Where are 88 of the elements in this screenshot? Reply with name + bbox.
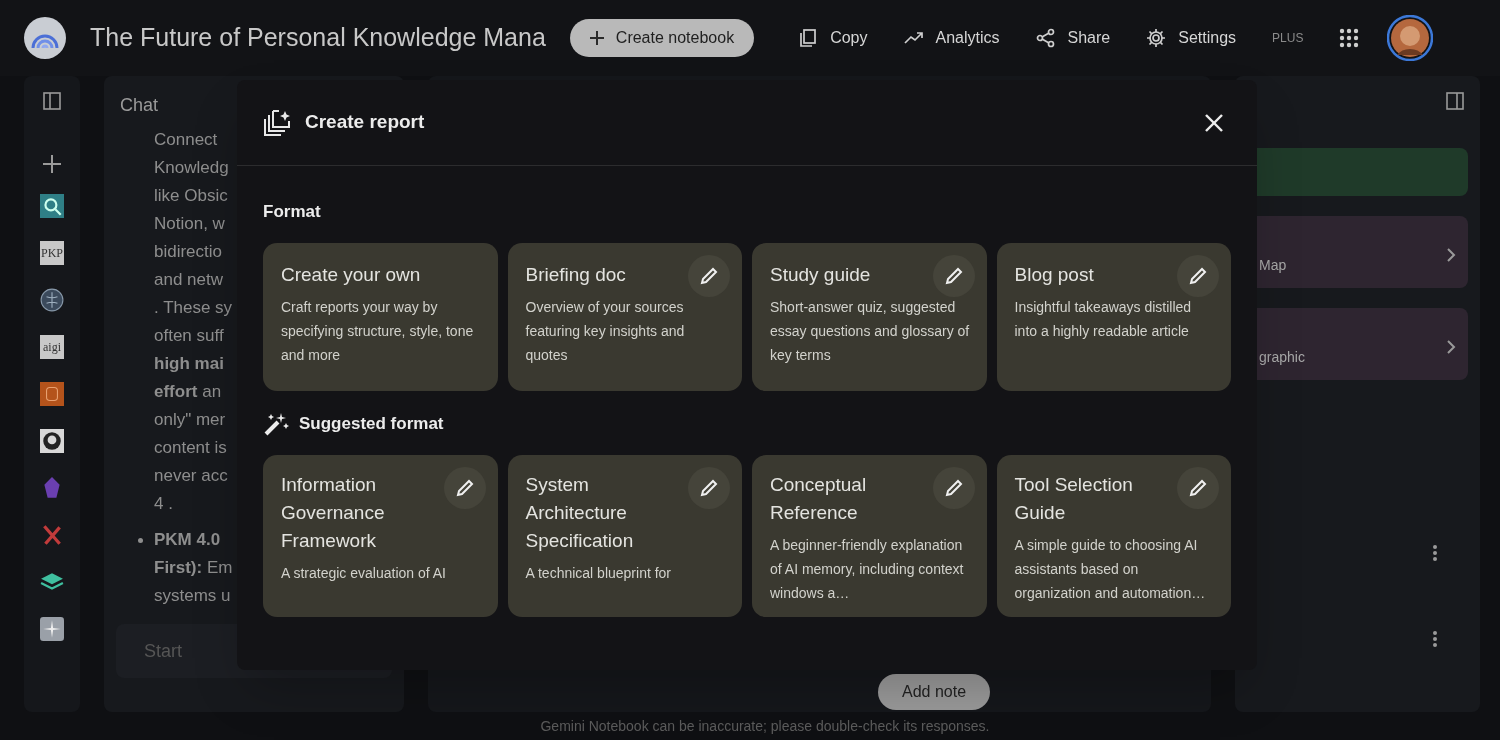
- panel-title: Chat: [119, 94, 160, 117]
- more-icon[interactable]: [1432, 631, 1438, 647]
- chat-text: Knowledg: [154, 157, 229, 179]
- format-card[interactable]: Briefing doc Overview of your sources featuring key insights and quotes: [507, 242, 742, 391]
- pencil-icon: [1189, 478, 1207, 497]
- card-title: Information Governance Framework: [281, 472, 386, 553]
- chat-text: like Obsic: [154, 185, 228, 207]
- plus-icon: [589, 31, 604, 45]
- panel-toggle-icon[interactable]: [1446, 92, 1464, 110]
- card-title: Conceptual Reference: [770, 472, 868, 525]
- settings-button[interactable]: Settings: [1130, 19, 1253, 57]
- card-description: A beginner-friendly explanation of AI memory, including context windows a…: [770, 535, 965, 603]
- add-note-button[interactable]: Add note: [878, 674, 991, 710]
- card-label: Map: [1259, 256, 1287, 275]
- chat-text: never acc: [154, 465, 228, 487]
- chat-text: Notion, w: [154, 213, 225, 235]
- settings-icon: [1146, 28, 1167, 48]
- card-label: graphic: [1259, 348, 1305, 367]
- more-icon[interactable]: [1432, 545, 1438, 561]
- card-description: Craft reports your way by specifying structure, style, tone and more: [281, 297, 475, 365]
- chat-text: effort an: [154, 381, 222, 403]
- chevron-icon: [1446, 248, 1456, 262]
- chat-text: and netw: [154, 269, 223, 291]
- share-button[interactable]: Share: [1019, 19, 1127, 57]
- format-card[interactable]: System Architecture Specification A technical blueprint for: [507, 454, 742, 617]
- pencil-icon: [944, 266, 963, 285]
- report-sparkle-icon: [263, 108, 291, 137]
- source-icon[interactable]: aigi: [40, 335, 64, 359]
- card-description: A simple guide to choosing AI assistants based on organization and automation…: [1014, 535, 1207, 603]
- avatar-icon[interactable]: [1387, 15, 1434, 61]
- pencil-icon: [700, 266, 718, 285]
- card-description: A strategic evaluation of AI: [281, 563, 447, 583]
- chat-text: PKM 4.0: [154, 529, 221, 551]
- format-card[interactable]: Blog post Insightful takeaways distilled into a highly readable article: [996, 242, 1231, 391]
- chat-text: systems u: [154, 585, 231, 607]
- notebook-title[interactable]: The Future of Personal Knowledge Mana: [90, 19, 546, 57]
- card-title: Briefing doc: [525, 262, 626, 287]
- card-title: Blog post: [1014, 262, 1094, 287]
- edit-button[interactable]: [1177, 466, 1219, 509]
- chat-text: bidirectio: [154, 241, 223, 263]
- chat-text: high mai: [154, 353, 224, 375]
- pencil-icon: [700, 478, 718, 497]
- edit-button[interactable]: [688, 466, 730, 509]
- magnifier-icon[interactable]: [40, 194, 64, 218]
- chat-text: . These sy: [154, 297, 233, 319]
- card-description: Short-answer quiz, suggested essay questions and glossary of key terms: [770, 297, 971, 365]
- chat-text: content is: [154, 437, 227, 459]
- edit-button[interactable]: [1177, 254, 1219, 297]
- apps-icon[interactable]: [1339, 28, 1360, 48]
- tile-icon[interactable]: [40, 382, 64, 406]
- section-heading: Suggested format: [299, 412, 444, 435]
- format-card[interactable]: Conceptual Reference A beginner-friendly explanation of AI memory, including context windows a…: [752, 454, 987, 617]
- copy-button[interactable]: Copy: [782, 19, 884, 57]
- sidebar-toggle-icon[interactable]: [43, 92, 61, 110]
- card-description: Insightful takeaways distilled into a highly readable article: [1014, 297, 1193, 341]
- pencil-icon: [944, 478, 963, 497]
- format-card[interactable]: Study guide Short-answer quiz, suggested essay questions and glossary of key terms: [752, 242, 987, 391]
- add-icon[interactable]: [42, 154, 62, 174]
- chevron-icon: [1446, 340, 1456, 354]
- cross-icon[interactable]: [40, 523, 64, 547]
- pencil-icon: [455, 478, 474, 497]
- plan-label: PLUS: [1272, 30, 1304, 47]
- chat-text: often suff: [154, 325, 224, 347]
- dialog-title: Create report: [305, 110, 425, 135]
- pencil-icon: [1189, 266, 1207, 285]
- logo-icon[interactable]: [24, 17, 66, 59]
- card-description: Overview of your sources featuring key insights and quotes: [525, 297, 686, 365]
- copy-icon: [798, 28, 819, 48]
- disclaimer-text: Gemini Notebook can be inaccurate; please double-check its responses.: [539, 717, 991, 736]
- card-title: Create your own: [281, 262, 421, 287]
- format-card[interactable]: Information Governance Framework A strategic evaluation of AI: [263, 454, 498, 617]
- close-icon[interactable]: [1205, 113, 1223, 132]
- chat-text: only" mer: [154, 409, 226, 431]
- section-heading: Format: [263, 201, 321, 223]
- chat-text: First): Em: [154, 557, 233, 579]
- card-title: System Architecture Specification: [525, 472, 635, 553]
- edit-button[interactable]: [688, 254, 730, 297]
- card-title: Study guide: [770, 262, 871, 287]
- create-notebook-button[interactable]: Create notebook: [569, 19, 755, 57]
- trend-button[interactable]: Analytics: [887, 19, 1016, 57]
- source-icon[interactable]: PKP: [40, 241, 64, 265]
- share-icon: [1035, 28, 1056, 48]
- card-title: Tool Selection Guide: [1014, 472, 1134, 525]
- chat-text: 4 .: [154, 493, 173, 515]
- chat-text: Connect: [154, 129, 218, 151]
- card-description: A technical blueprint for: [525, 563, 673, 583]
- format-card[interactable]: Tool Selection Guide A simple guide to choosing AI assistants based on organization and automation…: [996, 454, 1231, 617]
- format-card[interactable]: Create your own Craft reports your way by specifying structure, style, tone and more: [263, 242, 498, 391]
